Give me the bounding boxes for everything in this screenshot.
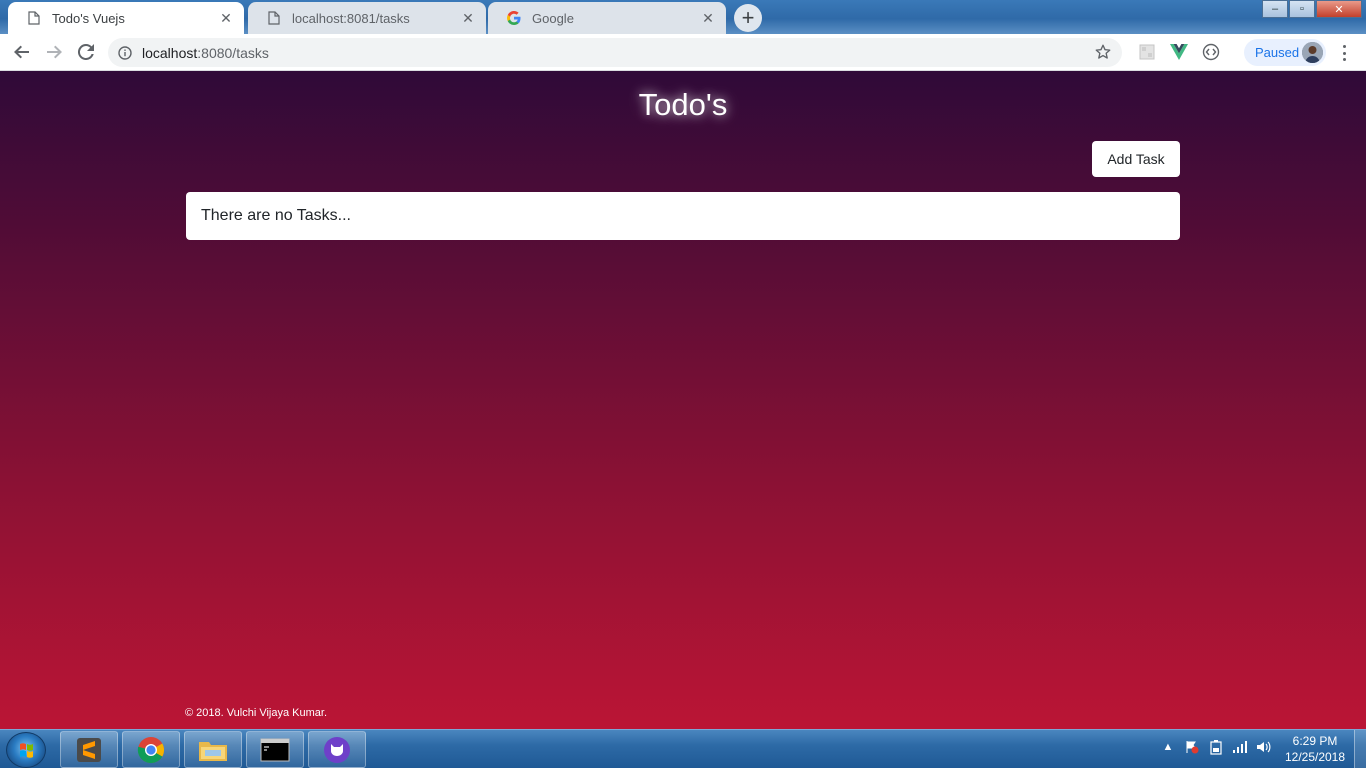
chrome-icon [137,736,165,763]
url-text: localhost:8080/tasks [142,44,269,61]
forward-arrow-icon [47,45,62,59]
browser-toolbar: localhost:8080/tasks Paused [0,34,1366,71]
tab-title: Todo's Vuejs [52,10,125,26]
profile-status: Paused [1255,45,1300,60]
tasks-list-card: There are no Tasks... [186,192,1180,240]
taskbar-file-explorer[interactable] [184,731,242,768]
google-icon [506,10,522,26]
show-hidden-icons-icon[interactable]: ▲ [1160,739,1176,755]
network-signal-icon[interactable] [1232,739,1248,755]
empty-tasks-message: There are no Tasks... [201,207,351,224]
start-button[interactable] [6,732,46,768]
file-explorer-icon [199,741,227,761]
windows-taskbar: ▲ 6:29 PM 12/25/2018 [0,729,1366,768]
tab-todos-vuejs[interactable]: Todo's Vuejs ✕ [8,2,244,34]
tab-title: Google [532,10,574,26]
info-icon[interactable] [118,45,132,60]
page-viewport: Todo's Add Task There are no Tasks... © … [0,71,1366,729]
taskbar-github-desktop[interactable] [308,731,366,768]
github-desktop-icon [324,736,350,763]
close-icon[interactable]: ✕ [700,10,716,26]
command-prompt-icon [260,738,290,761]
clock-date: 12/25/2018 [1284,750,1346,764]
tab-title: localhost:8081/tasks [292,10,410,26]
avatar [1302,42,1323,63]
windows-logo-icon [20,743,33,758]
profile-button[interactable]: Paused [1244,39,1326,66]
minimize-button[interactable]: – [1262,0,1288,18]
clock-time: 6:29 PM [1292,734,1338,748]
taskbar-chrome[interactable] [122,731,180,768]
maximize-button[interactable]: ▫ [1289,0,1315,18]
volume-icon[interactable] [1256,739,1272,755]
taskbar-command-prompt[interactable] [246,731,304,768]
battery-icon[interactable] [1208,739,1224,755]
close-icon[interactable]: ✕ [460,10,476,26]
reload-button[interactable] [74,40,98,64]
close-icon[interactable]: ✕ [218,10,234,26]
show-desktop-button[interactable] [1354,730,1366,768]
code-extension-icon[interactable] [1202,43,1220,61]
tab-localhost-8081[interactable]: localhost:8081/tasks ✕ [248,2,486,34]
page-title: Todo's [638,87,728,122]
page-icon [26,10,42,26]
forward-button[interactable] [42,40,66,64]
vue-devtools-icon[interactable] [1170,43,1188,61]
menu-icon[interactable] [1336,43,1352,63]
star-icon[interactable] [1094,43,1112,61]
reload-icon [78,44,94,60]
footer-copyright: © 2018. Vulchi Vijaya Kumar. [185,707,328,719]
sublime-text-icon [77,737,101,762]
action-center-flag-icon[interactable] [1184,739,1200,755]
taskbar-sublime-text[interactable] [60,731,118,768]
tab-google[interactable]: Google ✕ [488,2,726,34]
close-window-button[interactable]: ✕ [1316,0,1362,18]
browser-tab-strip: Todo's Vuejs ✕ localhost:8081/tasks ✕ Go… [0,0,1366,34]
extension-icon[interactable] [1138,43,1156,61]
back-arrow-icon [14,45,29,59]
address-bar[interactable]: localhost:8080/tasks [108,38,1122,67]
system-clock[interactable]: 6:29 PM 12/25/2018 [1280,733,1350,765]
new-tab-button[interactable]: + [734,4,762,32]
add-task-button[interactable]: Add Task [1092,141,1180,177]
back-button[interactable] [10,40,34,64]
page-icon [266,10,282,26]
